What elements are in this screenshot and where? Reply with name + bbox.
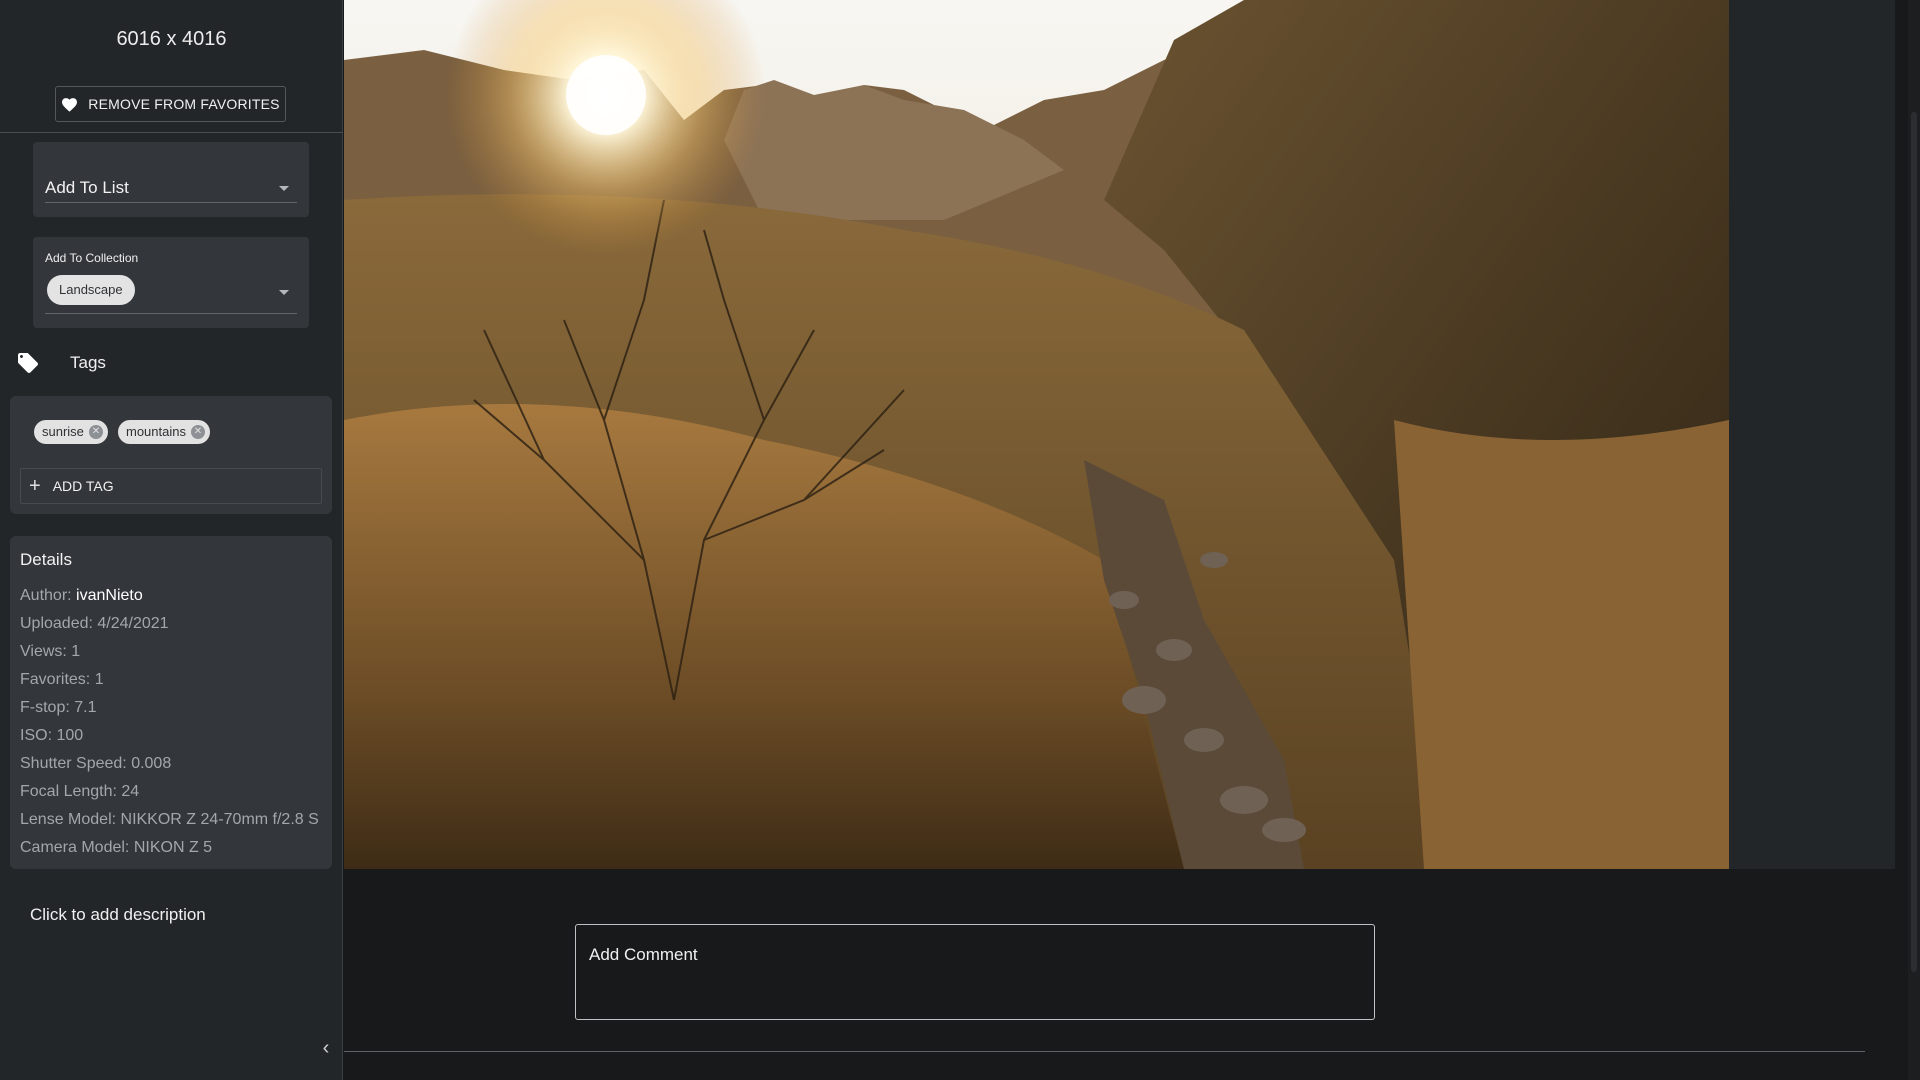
collection-chip[interactable]: Landscape bbox=[47, 275, 135, 305]
photo[interactable] bbox=[344, 0, 1729, 869]
dropdown-caret-icon bbox=[279, 290, 289, 295]
add-comment-input[interactable]: Add Comment bbox=[575, 924, 1375, 1020]
author-label: Author: bbox=[20, 587, 72, 604]
detail-camera-model: Camera Model: NIKON Z 5 bbox=[20, 839, 213, 856]
tag-icon bbox=[18, 353, 38, 373]
main-content: Add Comment bbox=[344, 0, 1920, 1080]
add-to-list-value: Add To List bbox=[45, 178, 129, 197]
heart-icon bbox=[62, 97, 78, 112]
chevron-left-icon[interactable]: ‹ bbox=[318, 1038, 334, 1058]
photo-panel bbox=[344, 0, 1895, 869]
select-underline bbox=[45, 202, 297, 203]
add-to-list-select[interactable]: Add To List bbox=[33, 142, 309, 217]
tag-chip-label: sunrise bbox=[42, 424, 84, 439]
add-comment-placeholder: Add Comment bbox=[589, 945, 698, 964]
scrollbar-thumb[interactable] bbox=[1911, 112, 1917, 972]
image-dimensions: 6016 x 4016 bbox=[116, 28, 227, 50]
select-underline bbox=[45, 313, 297, 314]
tag-chip-sunrise[interactable]: sunrise ✕ bbox=[34, 420, 108, 444]
remove-from-favorites-button[interactable]: REMOVE FROM FAVORITES bbox=[55, 86, 286, 122]
detail-views: Views: 1 bbox=[20, 643, 81, 660]
add-to-collection-label: Add To Collection bbox=[45, 251, 139, 265]
close-circle-icon[interactable]: ✕ bbox=[88, 425, 103, 439]
add-description[interactable]: Click to add description bbox=[30, 905, 206, 925]
tags-card: sunrise ✕ mountains ✕ + ADD TAG bbox=[10, 396, 332, 514]
sidebar: 6016 x 4016 REMOVE FROM FAVORITES Add To… bbox=[0, 0, 343, 1080]
detail-shutter-speed: Shutter Speed: 0.008 bbox=[20, 755, 172, 772]
favorite-button-label: REMOVE FROM FAVORITES bbox=[88, 96, 280, 112]
main-divider bbox=[344, 1051, 1865, 1052]
add-tag-button[interactable]: + ADD TAG bbox=[20, 468, 322, 504]
author-link[interactable]: ivanNieto bbox=[76, 587, 143, 604]
scrollbar[interactable] bbox=[1908, 0, 1920, 1080]
add-tag-label: ADD TAG bbox=[52, 478, 114, 494]
tag-chip-label: mountains bbox=[126, 424, 186, 439]
details-card: Details Author: ivanNieto Uploaded: 4/24… bbox=[10, 536, 332, 869]
detail-focal-length: Focal Length: 24 bbox=[20, 783, 140, 800]
detail-fstop: F-stop: 7.1 bbox=[20, 699, 97, 716]
tags-title: Tags bbox=[70, 353, 106, 372]
sidebar-divider bbox=[0, 132, 343, 133]
detail-lens-model: Lense Model: NIKKOR Z 24-70mm f/2.8 S bbox=[20, 811, 319, 828]
detail-uploaded: Uploaded: 4/24/2021 bbox=[20, 615, 169, 632]
details-title: Details bbox=[20, 550, 72, 569]
add-to-collection-select[interactable]: Add To Collection Landscape bbox=[33, 237, 309, 328]
tag-chip-mountains[interactable]: mountains ✕ bbox=[118, 420, 210, 444]
detail-author: Author: ivanNieto bbox=[20, 582, 322, 610]
photo-image bbox=[344, 0, 1729, 869]
plus-icon: + bbox=[29, 475, 41, 497]
dropdown-caret-icon bbox=[279, 186, 289, 191]
detail-favorites: Favorites: 1 bbox=[20, 671, 104, 688]
detail-iso: ISO: 100 bbox=[20, 727, 84, 744]
tags-header: Tags bbox=[16, 350, 316, 376]
close-circle-icon[interactable]: ✕ bbox=[190, 425, 205, 439]
